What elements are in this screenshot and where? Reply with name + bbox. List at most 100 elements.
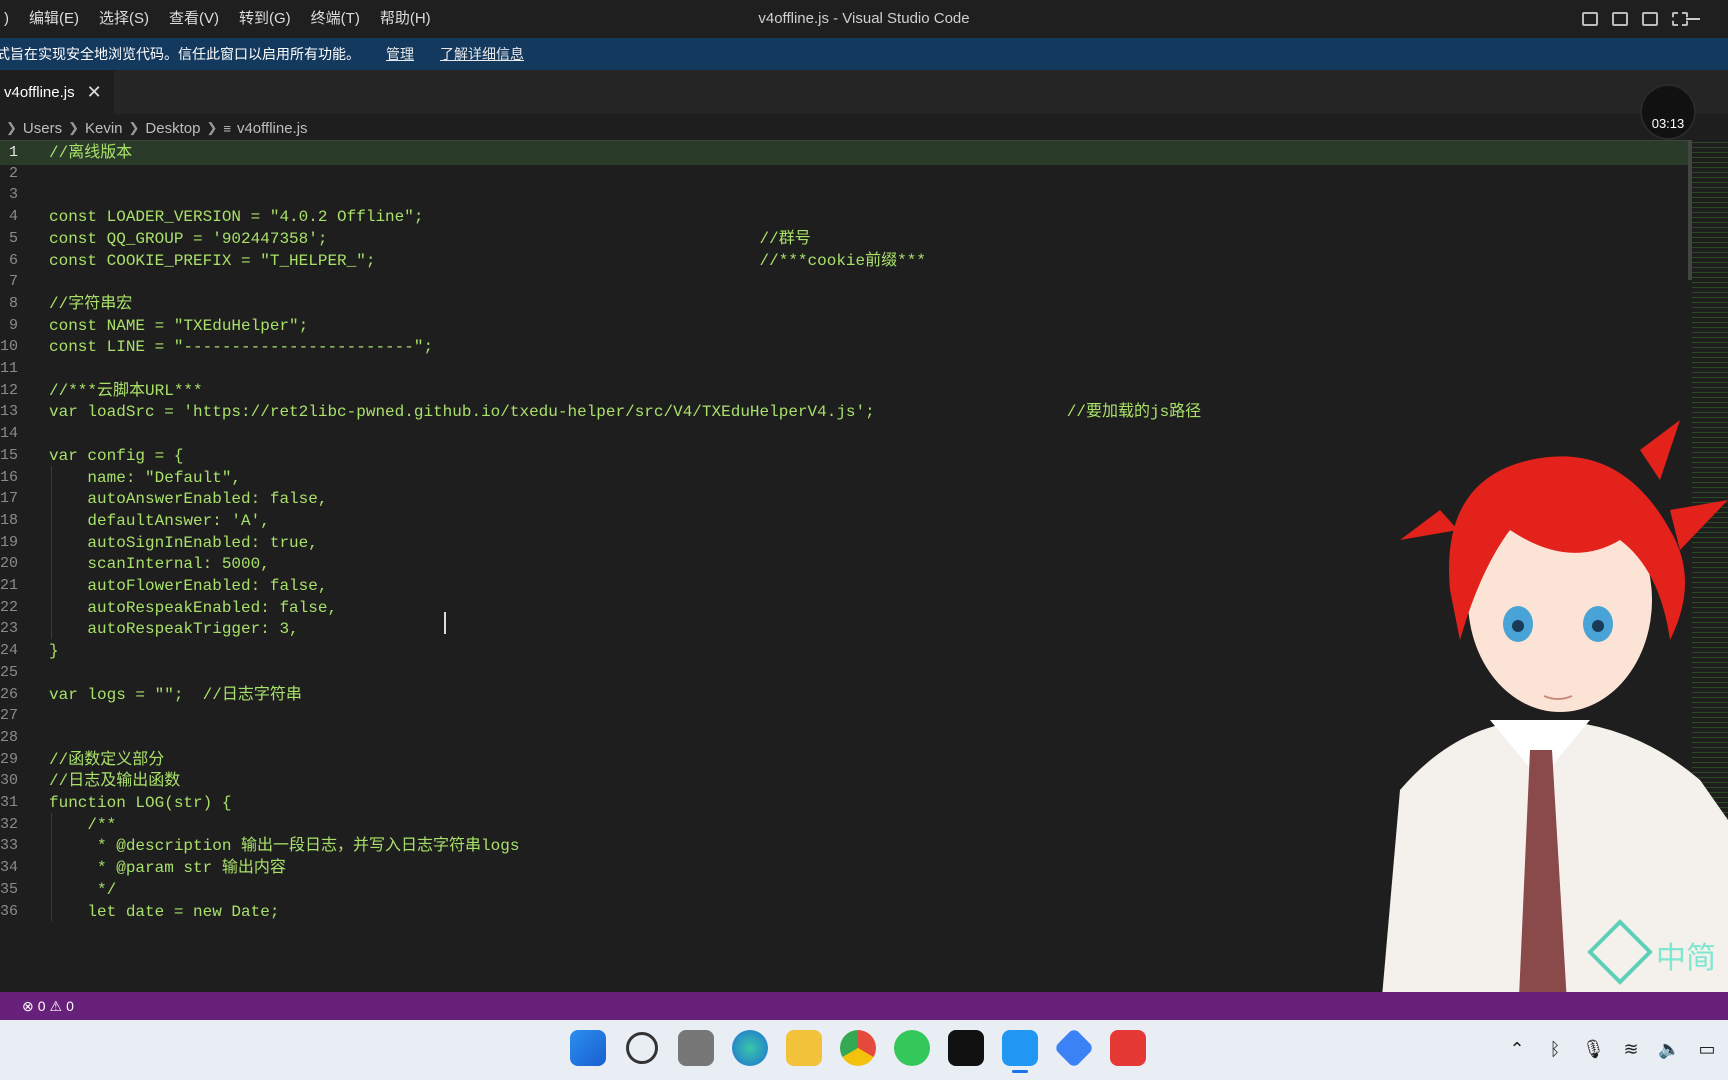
chrome-browser-icon[interactable] [840, 1030, 876, 1066]
line-code: autoRespeakEnabled: false, [49, 598, 338, 617]
line-number: 24 [0, 642, 18, 660]
indent-guide [51, 812, 52, 922]
line-code: //日志及输出函数 [49, 772, 181, 791]
menu-item-edit[interactable]: 编辑(E) [19, 0, 89, 38]
code-line[interactable]: 6 const COOKIE_PREFIX = "T_HELPER_"; //**… [0, 249, 1688, 273]
code-line[interactable]: 9 const NAME = "TXEduHelper"; [0, 314, 1688, 338]
toggle-panel-icon[interactable] [1612, 12, 1628, 26]
line-code: * @description 输出一段日志，并写入日志字符串logs [49, 837, 520, 856]
warning-icon: ⚠ [49, 997, 63, 1014]
system-tray: ⌃ ᛒ 🎙 ≋ 🔈 ▭ [1506, 1038, 1718, 1060]
line-number: 28 [0, 728, 18, 746]
code-line[interactable]: 3 [0, 183, 1688, 207]
line-number: 22 [0, 598, 18, 616]
line-code: let date = new Date; [49, 902, 280, 921]
code-line[interactable]: 2 [0, 162, 1688, 186]
line-code: const LOADER_VERSION = "4.0.2 Offline"; [49, 208, 424, 227]
menu-item-terminal[interactable]: 终端(T) [301, 0, 370, 38]
status-bar: ⊗ 0 ⚠ 0 [0, 992, 1728, 1020]
search-icon[interactable] [626, 1032, 658, 1064]
line-number: 20 [0, 555, 18, 573]
line-code: const LINE = "------------------------"; [49, 338, 434, 357]
vscode-icon[interactable] [1002, 1030, 1038, 1073]
line-number: 21 [0, 577, 18, 594]
line-number: 32 [0, 815, 18, 833]
recording-timer: 03:13 [1640, 84, 1696, 140]
line-code: name: "Default", [49, 468, 242, 487]
line-code: autoRespeakTrigger: 3, [49, 620, 299, 639]
text-cursor-icon [444, 612, 446, 634]
microphone-icon[interactable]: 🎙 [1582, 1038, 1605, 1060]
toggle-secondary-sidebar-icon[interactable] [1642, 12, 1658, 26]
breadcrumb-item[interactable]: Desktop [145, 120, 200, 137]
menu-item-selection[interactable]: 选择(S) [89, 0, 159, 38]
menu-item-go[interactable]: 转到(G) [229, 0, 301, 38]
breadcrumb-item[interactable]: v4offline.js [237, 120, 308, 137]
bluetooth-icon[interactable]: ᛒ [1544, 1038, 1566, 1060]
toggle-sidebar-icon[interactable] [1582, 12, 1598, 26]
line-code: autoAnswerEnabled: false, [49, 490, 328, 509]
chevron-up-icon[interactable]: ⌃ [1506, 1038, 1528, 1060]
line-number: 5 [8, 229, 18, 247]
line-number: 11 [0, 360, 18, 377]
file-lines-icon: ≡ [223, 120, 231, 136]
file-explorer-icon[interactable] [786, 1030, 822, 1066]
problems-indicator[interactable]: ⊗ 0 ⚠ 0 [22, 998, 74, 1015]
code-line[interactable]: 4 const LOADER_VERSION = "4.0.2 Offline"; [0, 205, 1688, 229]
line-number: 2 [8, 164, 18, 182]
line-number: 29 [0, 750, 18, 768]
line-number: 7 [8, 273, 18, 291]
line-code: const NAME = "TXEduHelper"; [49, 316, 309, 335]
code-line[interactable]: 5 const QQ_GROUP = '902447358'; //群号 [0, 227, 1688, 251]
line-number: 33 [0, 837, 18, 855]
line-number: 36 [0, 902, 18, 920]
capcut-icon[interactable] [948, 1030, 984, 1066]
menu-item-file[interactable]: ) [0, 0, 19, 38]
line-number: 18 [0, 511, 18, 529]
chevron-right-icon: ❯ [206, 120, 218, 135]
speaker-icon[interactable]: 🔈 [1658, 1038, 1680, 1060]
menu-item-view[interactable]: 查看(V) [159, 0, 229, 38]
line-number: 23 [0, 620, 18, 638]
chevron-right-icon: ❯ [6, 120, 17, 135]
edge-browser-icon[interactable] [732, 1030, 768, 1066]
banner-manage-link[interactable]: 管理 [386, 44, 414, 64]
code-line[interactable]: 10 const LINE = "------------------------… [0, 335, 1688, 359]
menu-item-help[interactable]: 帮助(H) [370, 0, 441, 38]
lark-icon[interactable] [1053, 1027, 1095, 1069]
wechat-icon[interactable] [894, 1030, 930, 1066]
breadcrumb-item[interactable]: Users [23, 120, 62, 137]
line-number: 8 [8, 294, 18, 312]
line-number: 19 [0, 533, 18, 551]
chevron-right-icon: ❯ [128, 120, 140, 135]
line-code: //字符串宏 [49, 294, 133, 313]
editor-tab-strip: v4offline.js ✕ [0, 70, 1728, 114]
tab-v4offline-js[interactable]: v4offline.js ✕ [0, 70, 114, 114]
line-code: scanInternal: 5000, [49, 555, 270, 574]
warning-count: 0 [66, 998, 74, 1014]
line-number: 15 [0, 446, 18, 464]
indent-guide [51, 465, 52, 640]
close-icon[interactable]: ✕ [87, 82, 102, 103]
windows-start-icon[interactable] [570, 1030, 606, 1066]
tab-label: v4offline.js [4, 83, 75, 101]
minimize-button[interactable] [1686, 18, 1700, 20]
task-view-icon[interactable] [678, 1030, 714, 1066]
line-code: autoFlowerEnabled: false, [49, 577, 328, 595]
wifi-icon[interactable]: ≋ [1620, 1038, 1642, 1060]
watermark: 中简 [1570, 912, 1728, 992]
line-code: } [49, 642, 59, 661]
taskbar-apps [570, 1027, 1146, 1073]
code-line[interactable]: 11 [0, 357, 1688, 381]
banner-learn-more-link[interactable]: 了解详细信息 [440, 44, 524, 64]
breadcrumb-item[interactable]: Kevin [85, 120, 123, 137]
line-number: 31 [0, 794, 18, 811]
line-code: const COOKIE_PREFIX = "T_HELPER_"; //***… [49, 251, 926, 270]
kingsoft-icon[interactable] [1110, 1030, 1146, 1066]
code-line[interactable]: 12 //***云脚本URL*** [0, 379, 1688, 403]
battery-icon[interactable]: ▭ [1696, 1038, 1718, 1060]
code-line[interactable]: 7 [0, 270, 1688, 294]
line-number: 16 [0, 468, 18, 486]
line-number: 4 [8, 208, 18, 226]
code-line[interactable]: 8 //字符串宏 [0, 292, 1688, 316]
